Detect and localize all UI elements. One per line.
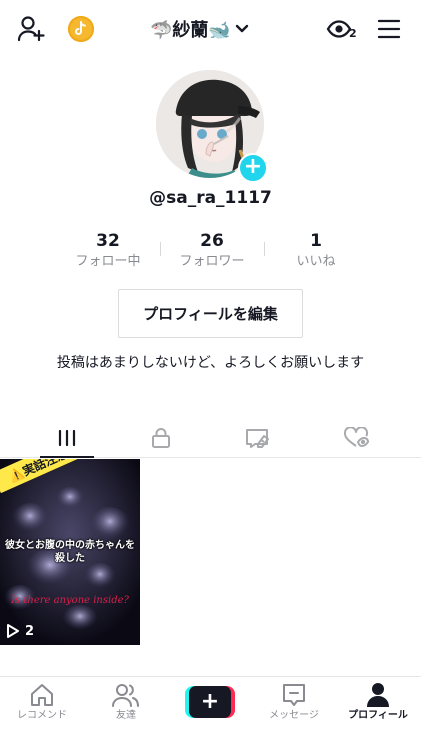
add-avatar-button[interactable]: + xyxy=(238,153,268,183)
stat-label: フォロー中 xyxy=(75,254,141,269)
friends-icon xyxy=(112,684,139,707)
tab-reposts[interactable] xyxy=(228,418,288,458)
profile-views-button[interactable]: 2 xyxy=(326,14,360,44)
stat-label: いいね xyxy=(296,254,336,269)
stat-divider xyxy=(264,242,265,256)
stat-label: フォロワー xyxy=(179,254,245,269)
nav-friends[interactable]: 友達 xyxy=(84,681,168,729)
nav-label: プロフィール xyxy=(348,710,408,721)
account-switcher[interactable]: 🦈紗蘭🐋 xyxy=(150,14,249,44)
lock-icon xyxy=(152,428,170,448)
content-tabs xyxy=(0,418,421,458)
profile-icon xyxy=(367,683,389,707)
inbox-icon xyxy=(283,684,305,706)
stat-value: 32 xyxy=(96,231,120,251)
profile-stats: 32 フォロー中 26 フォロワー 1 いいね xyxy=(56,230,368,272)
tab-videos[interactable] xyxy=(37,418,97,458)
menu-icon[interactable] xyxy=(376,16,402,42)
tab-private[interactable] xyxy=(131,418,191,458)
display-name: 🦈紗蘭🐋 xyxy=(150,20,231,41)
nav-profile[interactable]: プロフィール xyxy=(336,681,420,729)
video-overlay-text: Is there anyone inside? xyxy=(11,595,129,606)
stat-value: 1 xyxy=(310,231,322,251)
grid-icon xyxy=(58,429,76,447)
nav-label: メッセージ xyxy=(269,710,319,721)
tab-liked[interactable] xyxy=(326,418,386,458)
create-button[interactable]: + xyxy=(185,686,235,718)
home-icon xyxy=(31,684,53,706)
play-icon xyxy=(7,624,19,638)
bio: 投稿はあまりしないけど、よろしくお願いします xyxy=(56,355,365,371)
stat-value: 26 xyxy=(200,231,224,251)
nav-label: レコメンド xyxy=(17,710,67,721)
viewer-count: 2 xyxy=(349,27,357,40)
username: @sa_ra_1117 xyxy=(149,188,272,208)
bottom-nav: レコメンド 友達 + メッセージ プロフィール xyxy=(0,676,421,730)
view-count: 2 xyxy=(6,623,34,639)
likes-stat[interactable]: 1 いいね xyxy=(264,230,368,272)
active-tab-indicator xyxy=(40,456,94,458)
liked-icon xyxy=(343,427,369,447)
add-friend-icon[interactable] xyxy=(16,14,46,44)
profile-header: 🦈紗蘭🐋 2 xyxy=(0,0,421,58)
followers-stat[interactable]: 26 フォロワー xyxy=(160,230,264,272)
chevron-down-icon xyxy=(235,24,249,33)
edit-profile-button[interactable]: プロフィールを編集 xyxy=(118,289,303,338)
nav-inbox[interactable]: メッセージ xyxy=(252,681,336,729)
view-count-value: 2 xyxy=(25,623,35,639)
video-caption: 彼女とお腹の中の赤ちゃんを殺した xyxy=(5,540,135,564)
coin-icon[interactable] xyxy=(68,16,94,42)
tagged-icon xyxy=(246,429,269,448)
nav-home[interactable]: レコメンド xyxy=(0,681,84,729)
following-stat[interactable]: 32 フォロー中 xyxy=(56,230,160,272)
plus-icon: + xyxy=(189,686,231,718)
video-thumbnail[interactable]: ⚠️実話注意⚠️ 彼女とお腹の中の赤ちゃんを殺した Is there anyon… xyxy=(0,459,140,645)
stat-divider xyxy=(160,242,161,256)
nav-label: 友達 xyxy=(116,710,136,721)
